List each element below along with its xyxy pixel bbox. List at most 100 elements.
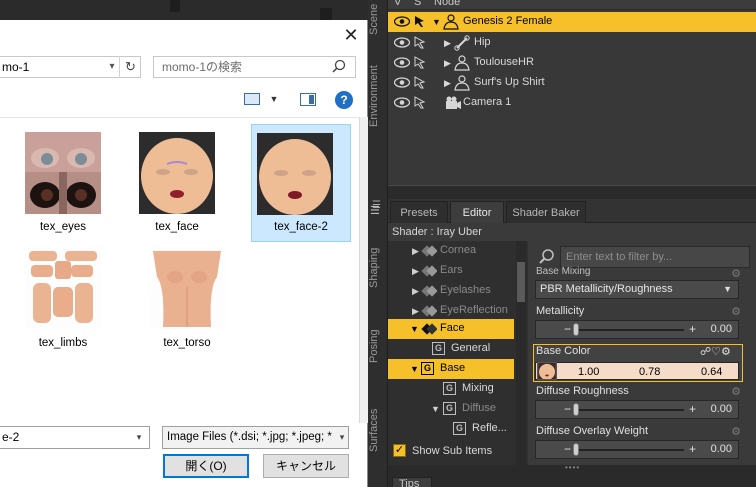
file-item-tex-limbs[interactable]: tex_limbs bbox=[13, 240, 113, 358]
slider-track[interactable] bbox=[576, 329, 684, 331]
chevron-down-icon[interactable]: ▼ bbox=[410, 322, 420, 336]
base-color-g[interactable]: 0.78 bbox=[639, 366, 660, 378]
diffuse-roughness-value[interactable]: 0.00 bbox=[711, 403, 732, 415]
slider-knob[interactable] bbox=[573, 443, 579, 456]
pane-menu-icon[interactable]: ☰ bbox=[370, 204, 384, 218]
chevron-down-icon[interactable]: ▾ bbox=[104, 59, 120, 75]
column-visible[interactable]: V bbox=[394, 0, 401, 8]
cancel-button[interactable]: キャンセル bbox=[263, 454, 349, 478]
eye-icon[interactable] bbox=[394, 77, 410, 88]
property-link-icons[interactable]: ☍♡⚙ bbox=[700, 345, 740, 358]
splitter-grip[interactable]: •••• bbox=[565, 463, 580, 472]
selectable-icon[interactable] bbox=[414, 36, 426, 49]
surface-group-reflection[interactable]: G Refle... bbox=[388, 419, 514, 439]
increment-icon[interactable]: + bbox=[689, 402, 696, 417]
chevron-down-icon[interactable]: ▼ bbox=[268, 93, 280, 105]
gear-icon[interactable]: ⚙ bbox=[721, 346, 731, 358]
open-button[interactable]: 開く(O) bbox=[163, 454, 249, 478]
file-type-select[interactable]: Image Files (*.dsi; *.jpg; *.jpeg; * bbox=[162, 426, 349, 449]
scene-node-camera-1[interactable]: Camera 1 bbox=[388, 93, 756, 113]
base-color-b[interactable]: 0.64 bbox=[701, 366, 722, 378]
link-icon[interactable]: ☍ bbox=[700, 346, 711, 358]
base-color-field[interactable]: 1.00 0.78 0.64 bbox=[535, 362, 739, 380]
eye-icon[interactable] bbox=[394, 37, 410, 48]
column-node[interactable]: Node bbox=[434, 0, 460, 8]
chevron-down-icon[interactable]: ▾ bbox=[132, 430, 146, 444]
tab-tips[interactable]: Tips bbox=[392, 477, 432, 487]
slider-track[interactable] bbox=[576, 449, 684, 451]
metallicity-slider[interactable]: − + 0.00 bbox=[535, 320, 739, 339]
tab-presets[interactable]: Presets bbox=[390, 201, 448, 223]
decrement-icon[interactable]: − bbox=[564, 442, 571, 457]
surface-item-eyelashes[interactable]: ▶ Eyelashes bbox=[388, 281, 514, 301]
surface-group-base[interactable]: ▼ G Base bbox=[388, 359, 514, 379]
heart-icon[interactable]: ♡ bbox=[711, 346, 721, 358]
show-sub-items-checkbox[interactable]: ✓ bbox=[393, 444, 406, 457]
gear-icon[interactable]: ⚙ bbox=[730, 306, 742, 318]
diffuse-roughness-slider[interactable]: − + 0.00 bbox=[535, 400, 739, 419]
scene-node-genesis-2-female[interactable]: ▼ Genesis 2 Female bbox=[388, 12, 756, 32]
surface-item-ears[interactable]: ▶ Ears bbox=[388, 261, 514, 281]
scene-node-toulousehr[interactable]: ▶ ToulouseHR bbox=[388, 53, 756, 73]
search-input[interactable]: momo-1の検索 bbox=[153, 56, 356, 78]
column-selectable[interactable]: S bbox=[414, 0, 421, 8]
chevron-down-icon[interactable]: ▼ bbox=[432, 15, 442, 29]
eye-icon[interactable] bbox=[394, 57, 410, 68]
base-mixing-select[interactable]: PBR Metallicity/Roughness ▼ bbox=[535, 280, 739, 299]
help-icon[interactable]: ? bbox=[335, 91, 353, 109]
increment-icon[interactable]: + bbox=[689, 442, 696, 457]
tab-shaping[interactable]: Shaping bbox=[368, 240, 388, 296]
decrement-icon[interactable]: − bbox=[564, 402, 571, 417]
scrollbar[interactable] bbox=[360, 117, 368, 423]
metallicity-value[interactable]: 0.00 bbox=[711, 323, 732, 335]
surface-item-eyereflection[interactable]: ▶ EyeReflection bbox=[388, 301, 514, 321]
gear-icon[interactable]: ⚙ bbox=[730, 268, 742, 280]
file-item-tex-eyes[interactable]: tex_eyes bbox=[13, 124, 113, 242]
scene-node-surfs-up-shirt[interactable]: ▶ Surf's Up Shirt bbox=[388, 73, 756, 93]
selectable-icon[interactable] bbox=[414, 96, 426, 109]
file-item-tex-torso[interactable]: tex_torso bbox=[137, 240, 237, 358]
selectable-icon[interactable] bbox=[414, 56, 426, 69]
tab-environment[interactable]: Environment bbox=[368, 56, 388, 136]
preview-pane-icon[interactable] bbox=[300, 93, 316, 106]
slider-knob[interactable] bbox=[573, 403, 579, 416]
file-item-tex-face[interactable]: tex_face bbox=[127, 124, 227, 242]
pane-splitter[interactable] bbox=[388, 185, 756, 193]
texture-map-thumbnail[interactable] bbox=[537, 362, 557, 380]
slider-knob[interactable] bbox=[573, 323, 579, 336]
tab-scene[interactable]: Scene bbox=[368, 0, 388, 38]
diffuse-overlay-weight-value[interactable]: 0.00 bbox=[711, 443, 732, 455]
slider-track[interactable] bbox=[576, 409, 684, 411]
eye-icon[interactable] bbox=[394, 97, 410, 108]
surface-item-cornea[interactable]: ▶ Cornea bbox=[388, 241, 514, 261]
gear-icon[interactable]: ⚙ bbox=[730, 426, 742, 438]
tab-editor[interactable]: Editor bbox=[450, 201, 504, 223]
close-icon[interactable]: ✕ bbox=[340, 24, 362, 46]
increment-icon[interactable]: + bbox=[689, 322, 696, 337]
chevron-down-icon[interactable]: ▼ bbox=[431, 402, 441, 416]
refresh-icon[interactable]: ↻ bbox=[119, 56, 141, 78]
surface-group-general[interactable]: G General bbox=[388, 339, 514, 359]
scene-node-hip[interactable]: ▶ Hip bbox=[388, 33, 756, 53]
search-icon[interactable] bbox=[330, 58, 348, 76]
selectable-icon[interactable] bbox=[414, 15, 426, 28]
decrement-icon[interactable]: − bbox=[564, 322, 571, 337]
gear-icon[interactable]: ⚙ bbox=[730, 386, 742, 398]
diffuse-overlay-weight-slider[interactable]: − + 0.00 bbox=[535, 440, 739, 459]
file-item-tex-face-2[interactable]: tex_face-2 bbox=[251, 124, 351, 242]
scrollbar-thumb[interactable] bbox=[517, 262, 525, 302]
tab-posing[interactable]: Posing bbox=[368, 322, 388, 370]
selectable-icon[interactable] bbox=[414, 76, 426, 89]
filter-input[interactable]: Enter text to filter by... bbox=[560, 246, 750, 268]
tab-shader-baker[interactable]: Shader Baker bbox=[506, 201, 586, 223]
chevron-down-icon[interactable]: ▼ bbox=[410, 362, 420, 376]
surface-group-mixing[interactable]: G Mixing bbox=[388, 379, 514, 399]
surface-item-face[interactable]: ▼ Face bbox=[388, 319, 514, 339]
filename-field[interactable]: e-2 bbox=[0, 426, 150, 449]
base-color-r[interactable]: 1.00 bbox=[578, 366, 599, 378]
surface-group-diffuse[interactable]: ▼ G Diffuse bbox=[388, 399, 514, 419]
chevron-down-icon[interactable]: ▾ bbox=[336, 430, 348, 444]
eye-icon[interactable] bbox=[394, 16, 410, 27]
view-mode-icon[interactable] bbox=[244, 93, 260, 105]
tab-surfaces[interactable]: Surfaces bbox=[368, 402, 388, 458]
